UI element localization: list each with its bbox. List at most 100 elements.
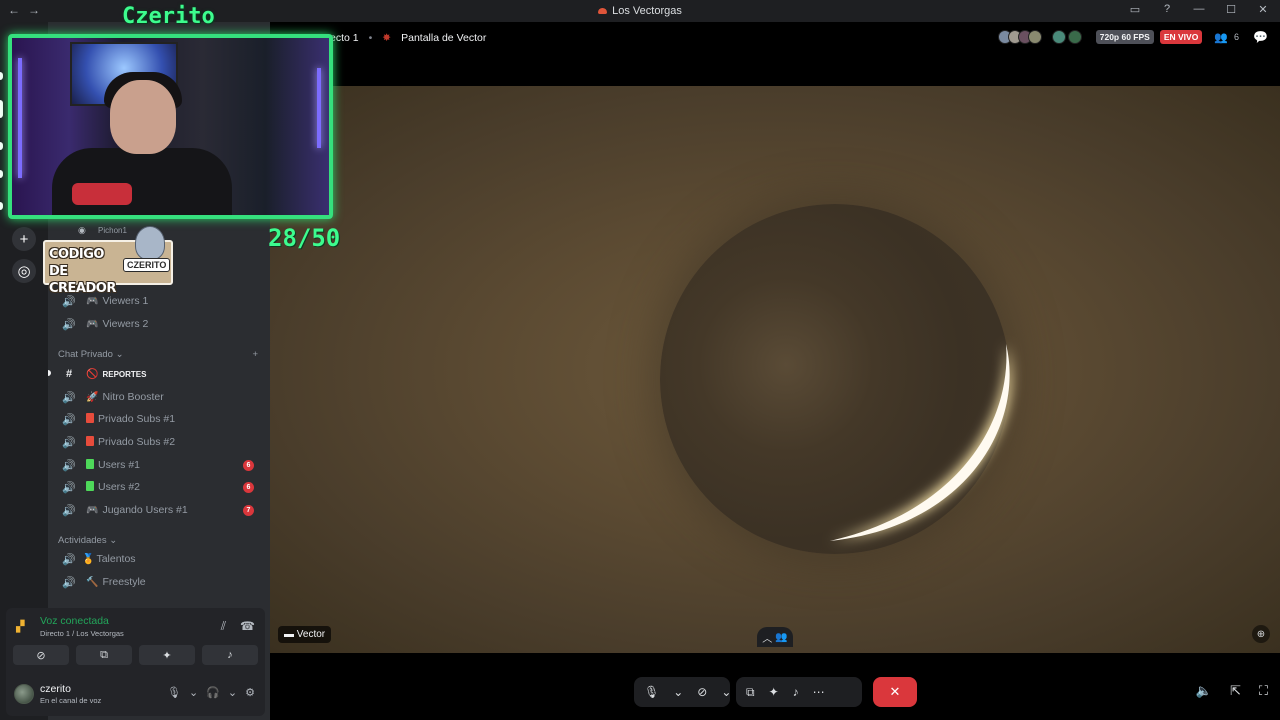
green-book-icon (86, 480, 94, 494)
help-icon[interactable]: ? (1160, 3, 1174, 16)
activity-controls: ⧉ ✦ ♪ ⋯ (736, 677, 862, 707)
signal-icon[interactable]: ▞ (16, 620, 32, 636)
activities-button[interactable]: ✦ (139, 645, 195, 665)
channel-label: Privado Subs #1 (98, 413, 176, 425)
close-icon[interactable]: ✕ (1256, 3, 1270, 16)
activities-icon[interactable]: ✦ (769, 685, 779, 699)
chevron-up-icon: ︿ (762, 633, 773, 645)
microphone-icon[interactable]: 🎙 (167, 686, 181, 699)
creator-code-banner: CODIGO DE CREADOR CZERITO (43, 226, 173, 296)
server-pip (0, 72, 3, 80)
stream-video[interactable] (270, 86, 1280, 653)
streamer-face (110, 80, 176, 154)
channel-reportes[interactable]: # 🚫 REPORTES (56, 363, 262, 385)
show-participants-button[interactable]: ︿ 👥 (757, 627, 793, 647)
text-channel-icon: # (65, 368, 73, 380)
channel-jugando-users-1[interactable]: 🔊 🎮 Jugando Users #1 7 (56, 499, 262, 521)
microphone-icon[interactable]: 🎙 (644, 685, 659, 699)
gear-icon[interactable]: ⚙ (245, 686, 255, 699)
category-label: Chat Privado (58, 349, 113, 360)
red-book-icon (86, 435, 94, 449)
zoom-icon[interactable]: ⊕ (1252, 625, 1270, 643)
more-icon[interactable]: ⋯ (813, 685, 825, 699)
voice-user-name[interactable]: Pichon1 (98, 226, 127, 235)
speaker-icon: 🔊 (62, 318, 76, 331)
add-channel-icon[interactable]: + (252, 349, 258, 360)
volume-icon[interactable]: 🔈 (1196, 683, 1212, 699)
channel-privado-subs-1[interactable]: 🔊 Privado Subs #1 (56, 408, 262, 430)
channel-label: Viewers 2 (102, 318, 149, 330)
fullscreen-icon[interactable]: ⛶ (1259, 683, 1268, 699)
speaker-icon: 🔊 (62, 391, 76, 404)
avatar[interactable] (14, 684, 34, 704)
headphones-icon[interactable]: 🎧 (206, 686, 220, 699)
chevron-down-icon[interactable]: ⌄ (721, 685, 731, 699)
speaker-icon: 🔊 (62, 436, 76, 449)
maximize-icon[interactable]: ☐ (1224, 3, 1238, 16)
channel-users-1[interactable]: 🔊 Users #1 6 (56, 454, 262, 476)
view-controls: 🔈 ⇱ ⛶ (1196, 683, 1268, 699)
user-state: En el canal de voz (40, 696, 102, 705)
user-controls: 🎙 ⌄ 🎧 ⌄ ⚙ (167, 686, 255, 699)
category-actividades[interactable]: Actividades ⌄ (58, 535, 258, 546)
server-pip-active (0, 100, 3, 118)
soundboard-button[interactable]: ♪ (202, 645, 258, 665)
camera-off-button[interactable]: ⊘ (13, 645, 69, 665)
stop-stream-button[interactable]: ✕ (873, 677, 917, 707)
call-controls: 🎙 ⌄ ⊘ ⌄ ⧉ ✦ ♪ ⋯ ✕ 🔈 ⇱ ⛶ (270, 653, 1280, 720)
channel-talentos[interactable]: 🔊 🏅 Talentos (56, 548, 262, 570)
channel-users-2[interactable]: 🔊 Users #2 6 (56, 476, 262, 498)
chat-icon[interactable]: 💬 (1253, 30, 1268, 44)
stream-owner-label: ▬ Vector (278, 626, 332, 643)
participant-avatars[interactable] (997, 30, 1042, 44)
discover-icon[interactable]: ◎ (12, 259, 36, 283)
stage-header: ecto 1 • ✸ Pantalla de Vector 720p 60 FP… (270, 22, 1280, 86)
creator-code-sticker: CZERITO (123, 258, 171, 272)
media-controls: 🎙 ⌄ ⊘ ⌄ (634, 677, 731, 707)
speaker-icon: 🔊 (62, 481, 76, 494)
creator-code-line1: CODIGO (49, 247, 104, 262)
inbox-icon[interactable]: ▭ (1128, 3, 1142, 16)
channel-freestyle[interactable]: 🔊 🔨 Freestyle (56, 571, 262, 593)
chevron-down-icon[interactable]: ⌄ (189, 686, 198, 699)
disconnect-icon[interactable]: ☎ (240, 619, 255, 634)
pop-out-icon[interactable]: ⇱ (1230, 683, 1241, 699)
channel-nitro-booster[interactable]: 🔊 🚀 Nitro Booster (56, 386, 262, 408)
voice-status[interactable]: Voz conectada (40, 615, 109, 627)
chevron-down-icon[interactable]: ⌄ (673, 685, 683, 699)
soundboard-icon[interactable]: ♪ (793, 685, 799, 699)
viewers-icon[interactable]: 👥 (1214, 31, 1228, 44)
avatar[interactable] (1051, 30, 1066, 44)
category-chat-privado[interactable]: Chat Privado ⌄ + (58, 349, 258, 360)
voice-location[interactable]: Directo 1 / Los Vectorgas (40, 629, 124, 638)
minimize-icon[interactable]: — (1192, 3, 1206, 16)
channel-emoji: 🔨 (86, 576, 99, 588)
channel-label: Jugando Users #1 (102, 504, 188, 516)
breadcrumb: ecto 1 • ✸ Pantalla de Vector (330, 32, 486, 44)
share-screen-button[interactable]: ⧉ (76, 645, 132, 665)
avatar[interactable] (1067, 30, 1082, 44)
channel-emoji: 🎮 (86, 318, 99, 330)
stage-header-right: 720p 60 FPS EN VIVO 👥 6 💬 (997, 30, 1268, 44)
channel-emoji: 🚀 (86, 391, 99, 403)
stream-quality-badge: 720p 60 FPS (1095, 30, 1154, 44)
voice-channel-name[interactable]: ecto 1 (330, 32, 359, 44)
username[interactable]: czerito (40, 683, 71, 695)
server-name: Los Vectorgas (612, 5, 682, 17)
channel-label: Freestyle (102, 576, 146, 588)
server-pip (0, 170, 3, 178)
voice-tools: ⫽ ☎ (221, 619, 255, 634)
channel-label: Privado Subs #2 (98, 436, 176, 448)
stream-icon: ✸ (382, 32, 392, 44)
channel-viewers-2[interactable]: 🔊 🎮 Viewers 2 (56, 313, 262, 335)
stream-owner-name: Vector (296, 629, 326, 640)
channel-privado-subs-2[interactable]: 🔊 Privado Subs #2 (56, 431, 262, 453)
live-badge: EN VIVO (1159, 30, 1203, 44)
camera-off-icon[interactable]: ⊘ (697, 685, 707, 699)
chevron-down-icon[interactable]: ⌄ (228, 686, 237, 699)
noise-suppression-icon[interactable]: ⫽ (221, 619, 226, 634)
share-screen-icon[interactable]: ⧉ (746, 685, 755, 700)
follower-counter: 28/50 (268, 224, 341, 252)
channel-emoji: 🏅 (82, 553, 95, 565)
add-server-icon[interactable]: + (12, 227, 36, 251)
